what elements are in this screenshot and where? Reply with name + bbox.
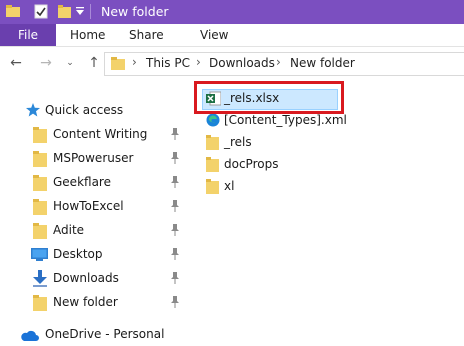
sidebar-item-howtoexcel[interactable]: HowToExcel [0,196,190,218]
tab-file[interactable]: File [0,24,56,46]
properties-icon[interactable] [34,4,48,19]
pin-icon[interactable] [170,272,180,284]
sidebar-item-label: New folder [53,295,118,309]
file-name: [Content_Types].xml [224,113,347,127]
star-icon [26,103,40,117]
list-item[interactable]: docProps [198,154,464,176]
sidebar-item-onedrive[interactable]: OneDrive - Personal [0,324,190,346]
new-folder-icon[interactable] [58,4,71,19]
sidebar-item-new-folder[interactable]: New folder [0,292,190,314]
folder-icon [33,127,47,143]
folder-icon [111,57,125,70]
folder-icon [33,175,47,191]
sidebar-item-label: Content Writing [53,127,148,141]
window-title: New folder [101,4,169,19]
arrow-right-icon: → [40,55,52,71]
sidebar-item-label: OneDrive - Personal [45,327,165,341]
sidebar-item-label: Quick access [45,103,124,117]
file-list: _rels.xlsx [Content_Types].xml _rels doc… [198,80,464,344]
sidebar-item-content-writing[interactable]: Content Writing [0,124,190,146]
breadcrumb-this-pc[interactable]: This PC [146,56,190,70]
title-bar: New folder [0,0,464,24]
download-arrow-icon [33,270,47,287]
folder-icon [33,151,47,167]
pin-icon[interactable] [170,296,180,308]
onedrive-cloud-icon [21,330,39,341]
sidebar-item-mspoweruser[interactable]: MSPoweruser [0,148,190,170]
edge-xml-icon [206,113,220,127]
arrow-up-icon: ↑ [88,55,100,71]
sidebar-item-label: Desktop [53,247,103,261]
navigation-pane: Quick access Content Writing MSPoweruser… [0,96,190,344]
sidebar-item-label: Downloads [53,271,119,285]
chevron-down-icon: ⌄ [66,58,74,68]
breadcrumb-new-folder[interactable]: New folder [290,56,355,70]
folder-icon [206,135,219,150]
folder-icon [206,157,219,172]
pin-icon[interactable] [170,152,180,164]
tab-share[interactable]: Share [129,24,164,46]
sidebar-item-quick-access[interactable]: Quick access [0,100,190,122]
pin-icon[interactable] [170,248,180,260]
annotation-highlight-box [194,81,344,114]
folder-icon [33,223,47,239]
pin-icon[interactable] [170,224,180,236]
forward-button[interactable]: → [38,54,54,72]
breadcrumb-chevron-icon[interactable]: › [196,55,201,69]
list-item[interactable]: xl [198,176,464,198]
up-button[interactable]: ↑ [86,54,102,72]
file-name: docProps [224,157,279,171]
tab-home[interactable]: Home [70,24,105,46]
breadcrumb-downloads[interactable]: Downloads [209,56,275,70]
ribbon-tabs: File Home Share View [0,24,464,47]
sidebar-item-label: MSPoweruser [53,151,134,165]
sidebar-item-geekflare[interactable]: Geekflare [0,172,190,194]
breadcrumb-chevron-icon[interactable]: › [276,55,281,69]
sidebar-item-label: Geekflare [53,175,111,189]
breadcrumb-chevron-icon[interactable]: › [132,55,137,69]
folder-icon [33,199,47,215]
folder-icon [33,295,47,311]
back-button[interactable]: ← [8,54,24,72]
address-box[interactable]: › This PC › Downloads › New folder [104,52,464,76]
tab-view[interactable]: View [200,24,228,46]
folder-icon [206,179,219,194]
sidebar-item-downloads[interactable]: Downloads [0,268,190,290]
navigation-bar: ← → ⌄ ↑ › This PC › Downloads › New fold… [0,50,464,78]
file-name: _rels [224,135,252,149]
pin-icon[interactable] [170,176,180,188]
sidebar-item-label: Adite [53,223,85,237]
sidebar-item-label: HowToExcel [53,199,124,213]
pin-icon[interactable] [170,128,180,140]
customize-toolbar-icon[interactable] [76,7,84,16]
pin-icon[interactable] [170,200,180,212]
desktop-icon [31,248,48,261]
file-name: xl [224,179,235,193]
toolbar-divider [90,4,91,19]
folder-icon [6,5,20,17]
list-item[interactable]: _rels [198,132,464,154]
sidebar-item-adite[interactable]: Adite [0,220,190,242]
arrow-left-icon: ← [10,55,22,71]
recent-locations-button[interactable]: ⌄ [62,54,78,72]
sidebar-item-desktop[interactable]: Desktop [0,244,190,266]
